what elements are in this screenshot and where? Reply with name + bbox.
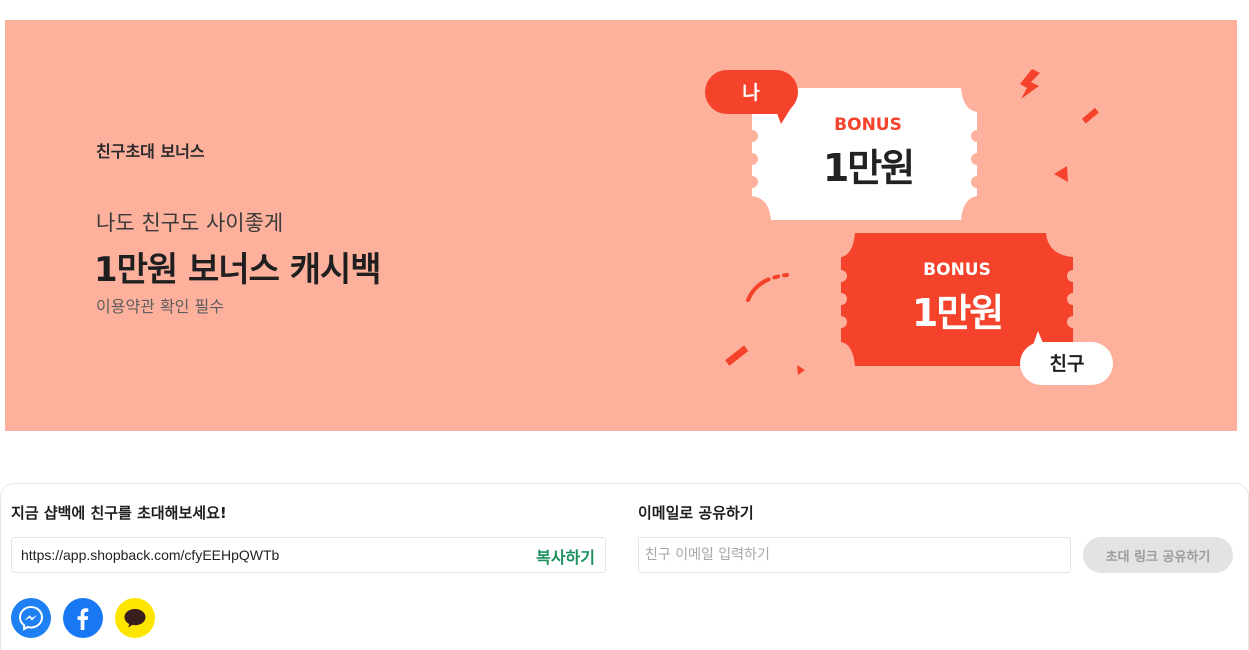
me-bubble-label: 나: [742, 82, 760, 104]
invite-banner: 친구초대 보너스 나도 친구도 사이좋게 1만원 보너스 캐시백 이용약관 확인…: [5, 20, 1237, 431]
friend-ticket-bonus-label: BONUS: [923, 260, 991, 280]
bonus-illustration: BONUS 1만원 나 BONUS 1만원 친구: [705, 69, 1113, 385]
facebook-share-button[interactable]: [63, 598, 103, 638]
my-ticket-amount: 1만원: [823, 146, 913, 190]
email-share-heading: 이메일로 공유하기: [638, 504, 754, 522]
share-invite-link-button[interactable]: 초대 링크 공유하기: [1083, 537, 1233, 573]
kakaotalk-icon: [124, 609, 146, 628]
my-ticket-bonus-label: BONUS: [834, 115, 902, 135]
friend-email-input[interactable]: [638, 537, 1071, 573]
me-speech-bubble: 나: [705, 70, 798, 124]
messenger-icon: [18, 605, 44, 631]
friend-ticket-amount: 1만원: [912, 291, 1002, 335]
copy-link-button[interactable]: 복사하기: [536, 544, 595, 568]
messenger-share-button[interactable]: [11, 598, 51, 638]
invite-link-box: https://app.shopback.com/cfyEEHpQWTb 복사하…: [11, 537, 606, 573]
kakaotalk-share-button[interactable]: [115, 598, 155, 638]
invite-heading: 지금 샵백에 친구를 초대해보세요!: [11, 504, 227, 522]
invite-link-text[interactable]: https://app.shopback.com/cfyEEHpQWTb: [21, 547, 279, 563]
invite-share-panel: 지금 샵백에 친구를 초대해보세요! https://app.shopback.…: [0, 483, 1249, 650]
friend-bubble-label: 친구: [1050, 353, 1085, 375]
facebook-icon: [77, 608, 89, 630]
